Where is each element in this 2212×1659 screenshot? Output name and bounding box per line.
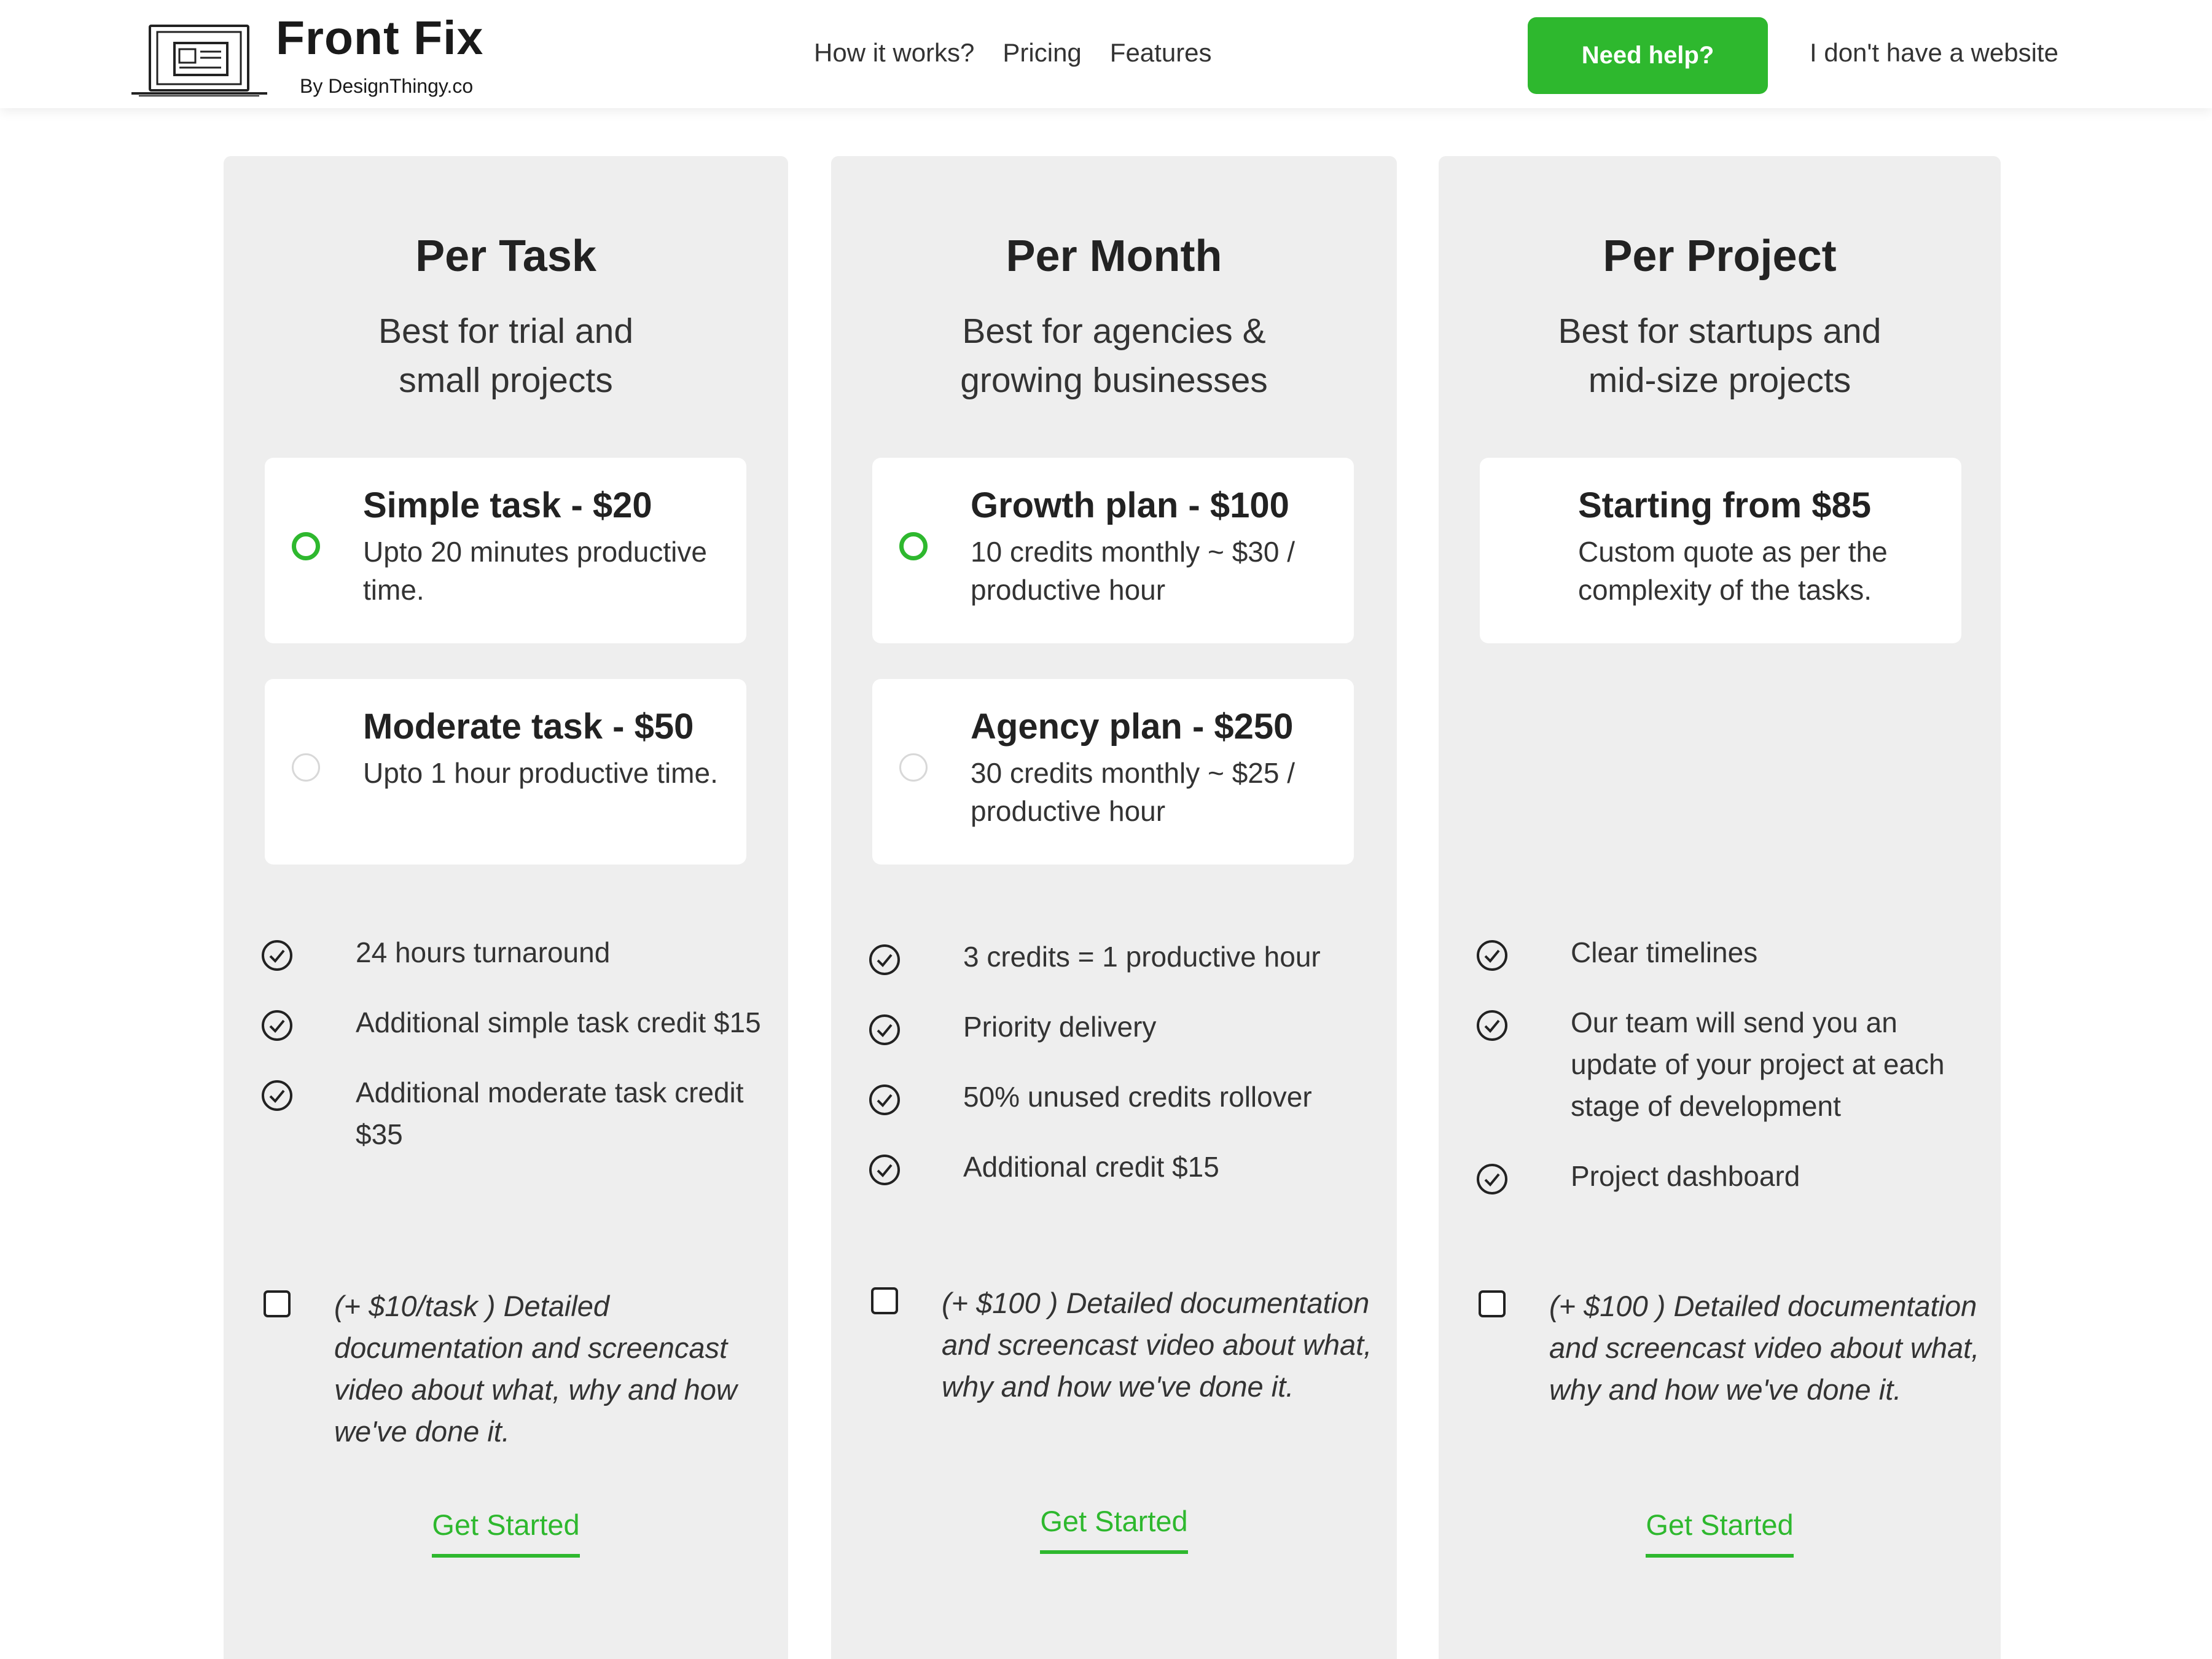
feature-item: 3 credits = 1 productive hour <box>868 936 1378 978</box>
brand-name[interactable]: Front Fix <box>276 11 483 66</box>
option-description: 30 credits monthly ~ $25 / productive ho… <box>971 757 1296 827</box>
check-circle-icon <box>869 1155 900 1185</box>
radio-empty-icon[interactable] <box>899 753 928 782</box>
option-title: Starting from $85 <box>1578 485 1871 525</box>
option-description: 10 credits monthly ~ $30 / productive ho… <box>971 536 1296 606</box>
feature-text: Additional credit $15 <box>963 1151 1219 1183</box>
check-circle-icon <box>262 1080 292 1111</box>
cta-wrapper: Get Started <box>831 1504 1397 1554</box>
plan-subtitle-line: Best for agencies & <box>962 312 1266 351</box>
nav-how-it-works[interactable]: How it works? <box>814 38 974 68</box>
feature-text: Project dashboard <box>1571 1160 1800 1192</box>
radio-selected-icon[interactable] <box>899 532 928 560</box>
plan-subtitle: Best for trial and small projects <box>260 307 751 405</box>
check-circle-icon <box>262 940 292 971</box>
nav-pricing[interactable]: Pricing <box>1002 38 1081 68</box>
option-title: Agency plan - $250 <box>971 707 1294 747</box>
option-title: Simple task - $20 <box>363 485 652 525</box>
option-growth-plan[interactable]: Growth plan - $100 10 credits monthly ~ … <box>872 458 1354 643</box>
get-started-link[interactable]: Get Started <box>432 1508 580 1558</box>
radio-selected-icon[interactable] <box>292 532 320 560</box>
no-website-link[interactable]: I don't have a website <box>1810 38 2058 68</box>
feature-text: Our team will send you an update of your… <box>1571 1006 1945 1122</box>
feature-list: 24 hours turnaround Additional simple ta… <box>260 931 770 1155</box>
check-circle-icon <box>262 1010 292 1041</box>
plan-subtitle-line: Best for trial and <box>378 312 634 351</box>
nav-features[interactable]: Features <box>1110 38 1212 68</box>
option-description: Custom quote as per the complexity of th… <box>1578 536 1888 606</box>
plan-subtitle-line: Best for startups and <box>1558 312 1882 351</box>
addon-checkbox[interactable] <box>871 1287 898 1314</box>
plan-title: Per Month <box>1006 232 1222 281</box>
feature-text: Additional moderate task credit $35 <box>356 1077 744 1150</box>
plan-subtitle: Best for agencies & growing businesses <box>868 307 1360 405</box>
feature-item: 24 hours turnaround <box>260 931 770 973</box>
feature-text: 24 hours turnaround <box>356 936 611 968</box>
feature-item: Additional moderate task credit $35 <box>260 1072 770 1155</box>
cta-wrapper: Get Started <box>1439 1508 2001 1558</box>
feature-text: Clear timelines <box>1571 936 1758 968</box>
option-moderate-task[interactable]: Moderate task - $50 Upto 1 hour producti… <box>265 679 746 865</box>
addon-checkbox[interactable] <box>264 1290 291 1317</box>
check-circle-icon <box>1477 940 1507 971</box>
check-circle-icon <box>1477 1010 1507 1041</box>
radio-empty-icon[interactable] <box>292 753 320 782</box>
option-title: Moderate task - $50 <box>363 707 694 747</box>
plan-subtitle: Best for startups and mid-size projects <box>1475 307 1964 405</box>
plan-subtitle-line: small projects <box>399 361 613 400</box>
check-circle-icon <box>869 1014 900 1045</box>
feature-item: Clear timelines <box>1475 931 1982 973</box>
main-nav: How it works? Pricing Features <box>814 38 1212 68</box>
option-simple-task[interactable]: Simple task - $20 Upto 20 minutes produc… <box>265 458 746 643</box>
cta-wrapper: Get Started <box>224 1508 788 1558</box>
feature-item: 50% unused credits rollover <box>868 1076 1378 1118</box>
pricing-card-per-task: Per Task Best for trial and small projec… <box>224 156 788 1659</box>
plan-title: Per Project <box>1603 232 1837 281</box>
site-header: Front Fix By DesignThingy.co How it work… <box>0 0 2212 108</box>
feature-text: 50% unused credits rollover <box>963 1081 1312 1113</box>
feature-list: Clear timelines Our team will send you a… <box>1475 931 1982 1197</box>
plan-title: Per Task <box>415 232 596 281</box>
addon-description: (+ $10/task ) Detailed documentation and… <box>334 1290 737 1448</box>
pricing-card-per-project: Per Project Best for startups and mid-si… <box>1439 156 2001 1659</box>
feature-text: 3 credits = 1 productive hour <box>963 941 1321 973</box>
option-title: Growth plan - $100 <box>971 485 1289 525</box>
addon-description: (+ $100 ) Detailed documentation and scr… <box>1549 1290 1980 1406</box>
need-help-button[interactable]: Need help? <box>1528 17 1768 94</box>
laptop-icon[interactable] <box>130 25 268 97</box>
feature-item: Project dashboard <box>1475 1155 1982 1197</box>
brand-byline: By DesignThingy.co <box>300 75 474 97</box>
addon-option[interactable]: (+ $100 ) Detailed documentation and scr… <box>871 1282 1378 1408</box>
addon-checkbox[interactable] <box>1479 1290 1506 1317</box>
feature-item: Additional credit $15 <box>868 1146 1378 1188</box>
option-description: Upto 1 hour productive time. <box>363 757 718 789</box>
get-started-link[interactable]: Get Started <box>1040 1504 1188 1554</box>
feature-text: Priority delivery <box>963 1011 1157 1043</box>
get-started-link[interactable]: Get Started <box>1646 1508 1794 1558</box>
feature-item: Additional simple task credit $15 <box>260 1002 770 1043</box>
pricing-card-per-month: Per Month Best for agencies & growing bu… <box>831 156 1397 1659</box>
feature-list: 3 credits = 1 productive hour Priority d… <box>868 936 1378 1188</box>
feature-item: Priority delivery <box>868 1006 1378 1048</box>
check-circle-icon <box>869 944 900 975</box>
feature-item: Our team will send you an update of your… <box>1475 1002 1982 1127</box>
check-circle-icon <box>1477 1164 1507 1194</box>
check-circle-icon <box>869 1084 900 1115</box>
option-starting-price: Starting from $85 Custom quote as per th… <box>1480 458 1961 643</box>
option-description: Upto 20 minutes productive time. <box>363 536 707 606</box>
addon-option[interactable]: (+ $100 ) Detailed documentation and scr… <box>1479 1285 1982 1411</box>
plan-subtitle-line: mid-size projects <box>1588 361 1851 400</box>
addon-description: (+ $100 ) Detailed documentation and scr… <box>942 1287 1372 1403</box>
addon-option[interactable]: (+ $10/task ) Detailed documentation and… <box>264 1285 770 1453</box>
plan-subtitle-line: growing businesses <box>960 361 1268 400</box>
option-agency-plan[interactable]: Agency plan - $250 30 credits monthly ~ … <box>872 679 1354 865</box>
feature-text: Additional simple task credit $15 <box>356 1006 761 1038</box>
